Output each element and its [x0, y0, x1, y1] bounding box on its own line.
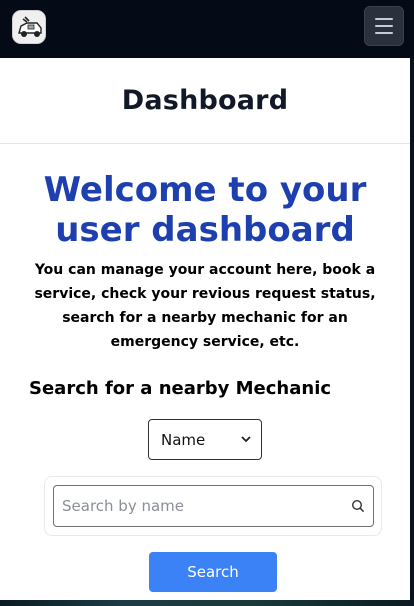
hamburger-menu-icon [375, 18, 393, 20]
search-filter-selected-value: Name [161, 430, 206, 449]
chevron-down-icon [241, 436, 251, 443]
magnifier-icon[interactable] [351, 499, 365, 513]
welcome-description: You can manage your account here, book a… [34, 262, 376, 350]
search-section-title: Search for a nearby Mechanic [29, 378, 332, 399]
search-field-wrapper [53, 485, 374, 527]
search-button[interactable]: Search [149, 552, 277, 592]
page-header: Dashboard [0, 58, 410, 144]
search-card [44, 476, 382, 536]
hamburger-menu-button[interactable] [364, 6, 404, 46]
side-rail [410, 58, 414, 606]
mechanic-van-logo-icon[interactable] [12, 10, 46, 44]
welcome-heading: Welcome to your user dashboard [43, 170, 367, 250]
search-input[interactable] [54, 486, 344, 526]
background-strip [0, 600, 414, 606]
search-filter-select[interactable]: Name [148, 419, 262, 460]
page-title: Dashboard [121, 85, 289, 116]
top-navbar [0, 0, 414, 58]
